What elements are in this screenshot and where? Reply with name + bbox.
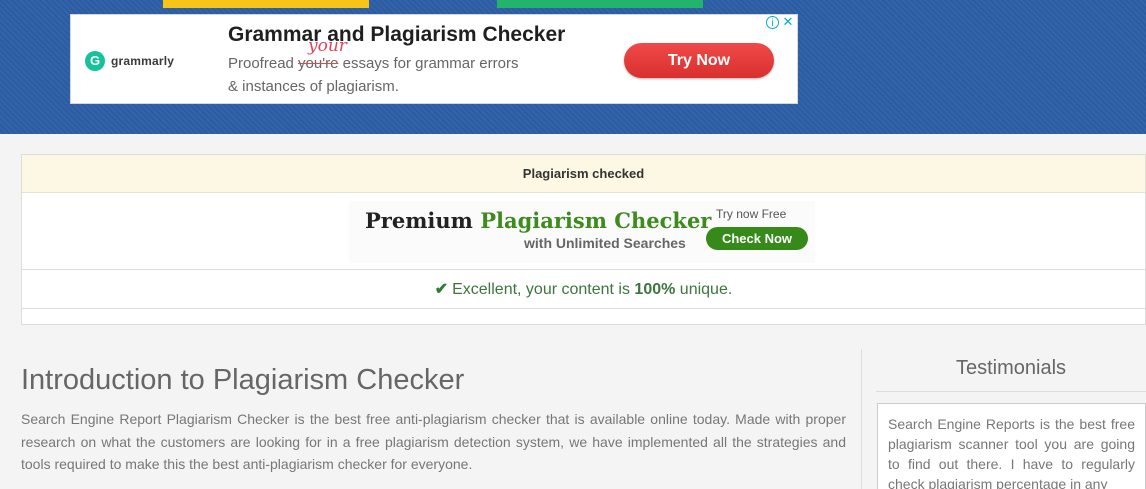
site-header: G grammarly Grammar and Plagiarism Check… — [0, 0, 1146, 134]
testimonials-title: Testimonials — [955, 357, 1067, 379]
testimonial-card: Search Engine Reports is the best free p… — [877, 403, 1146, 489]
result-percentage: 100% — [634, 281, 676, 298]
promo-title-part1: Premium — [365, 208, 481, 233]
promo-title: Premium Plagiarism Checker — [365, 208, 711, 233]
close-icon[interactable]: ✕ — [781, 15, 795, 29]
check-now-button[interactable]: Check Now — [706, 227, 808, 250]
checkmark-icon: ✔ — [434, 281, 449, 298]
ad-brand-name: grammarly — [111, 54, 175, 68]
testimonials-underline — [876, 391, 1146, 392]
result-message-prefix: Excellent, your content is — [452, 281, 635, 298]
promo-row: Premium Plagiarism Checker with Unlimite… — [22, 193, 1145, 270]
info-icon[interactable]: i — [766, 16, 779, 29]
promo-try-text: Try now Free — [716, 207, 787, 221]
grammarly-logo-icon: G — [85, 51, 105, 71]
result-header: Plagiarism checked — [22, 155, 1145, 193]
result-message: ✔ Excellent, your content is 100% unique. — [22, 270, 1145, 309]
result-panel: Plagiarism checked Premium Plagiarism Ch… — [21, 154, 1146, 325]
promo-title-part2: Plagiarism Checker — [480, 208, 712, 233]
ad-handwritten-correction: your — [308, 36, 347, 56]
result-message-suffix: unique. — [675, 281, 733, 298]
ad-line1-prefix: Proofread — [228, 55, 299, 72]
nav-tab-yellow[interactable] — [163, 0, 369, 8]
ad-description-line2: & instances of plagiarism. — [228, 78, 399, 95]
grammarly-ad-banner[interactable]: G grammarly Grammar and Plagiarism Check… — [70, 14, 798, 104]
ad-title: Grammar and Plagiarism Checker — [228, 23, 566, 46]
ad-brand: G grammarly — [85, 51, 174, 71]
premium-promo-banner[interactable]: Premium Plagiarism Checker with Unlimite… — [349, 201, 815, 263]
ad-struck-word: you're — [298, 55, 339, 72]
nav-tab-green[interactable] — [497, 0, 703, 8]
intro-body: Search Engine Report Plagiarism Checker … — [21, 411, 846, 472]
intro-title: Introduction to Plagiarism Checker — [21, 364, 465, 396]
promo-subtitle: with Unlimited Searches — [524, 235, 686, 251]
ad-try-now-button[interactable]: Try Now — [624, 43, 774, 78]
ad-description-line1: Proofread you're essays for grammar erro… — [228, 55, 518, 72]
ad-line1-suffix: essays for grammar errors — [338, 55, 519, 72]
